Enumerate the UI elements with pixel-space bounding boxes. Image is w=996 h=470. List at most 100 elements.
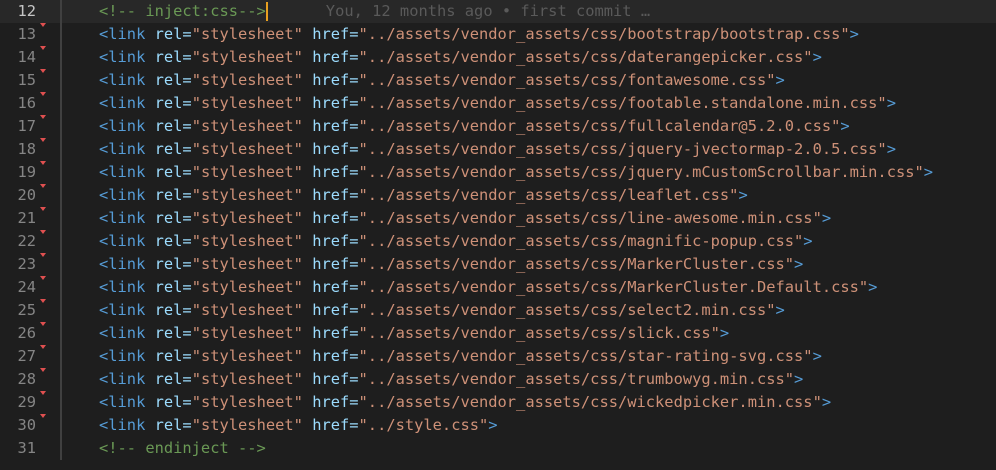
change-marker-icon <box>40 276 46 280</box>
tag-close: > <box>886 94 896 112</box>
tag-close: > <box>775 301 785 319</box>
line-gutter: 25 <box>0 299 60 322</box>
indent-guide <box>60 230 62 253</box>
code-line[interactable]: 26 <link rel="stylesheet" href="../assets… <box>0 322 996 345</box>
code-line[interactable]: 23 <link rel="stylesheet" href="../assets… <box>0 253 996 276</box>
code-line[interactable]: 22 <link rel="stylesheet" href="../assets… <box>0 230 996 253</box>
line-number: 25 <box>17 301 36 319</box>
attr-rel: rel= <box>154 163 192 181</box>
line-gutter: 23 <box>0 253 60 276</box>
attr-href-value: "../assets/vendor_assets/css/bootstrap/b… <box>358 25 850 43</box>
attr-rel-value: "stylesheet" <box>191 324 303 342</box>
indent-guide <box>60 207 62 230</box>
attr-href-value: "../assets/vendor_assets/css/footable.st… <box>358 94 887 112</box>
attr-href-value: "../assets/vendor_assets/css/jquery.mCus… <box>358 163 924 181</box>
attr-rel-value: "stylesheet" <box>191 347 303 365</box>
line-gutter: 16 <box>0 92 60 115</box>
code-line[interactable]: 14 <link rel="stylesheet" href="../assets… <box>0 46 996 69</box>
line-number: 28 <box>17 370 36 388</box>
line-number: 21 <box>17 209 36 227</box>
tag-close: > <box>868 278 878 296</box>
line-gutter: 28 <box>0 368 60 391</box>
tag-close: > <box>812 48 822 66</box>
attr-href: href= <box>312 232 359 250</box>
code-text: <link rel="stylesheet" href="../assets/v… <box>99 276 877 299</box>
tag-open: <link <box>99 94 146 112</box>
line-gutter: 12 <box>0 0 60 23</box>
code-line[interactable]: 30 <link rel="stylesheet" href="../style.… <box>0 414 996 437</box>
attr-rel: rel= <box>154 117 192 135</box>
code-line[interactable]: 12 <!-- inject:css--> You, 12 months ago •… <box>0 0 996 23</box>
change-marker-icon <box>40 207 46 211</box>
attr-rel-value: "stylesheet" <box>191 393 303 411</box>
code-line[interactable]: 17 <link rel="stylesheet" href="../assets… <box>0 115 996 138</box>
line-number: 17 <box>17 117 36 135</box>
line-gutter: 20 <box>0 184 60 207</box>
code-line[interactable]: 16 <link rel="stylesheet" href="../assets… <box>0 92 996 115</box>
attr-rel: rel= <box>154 94 192 112</box>
code-text: <link rel="stylesheet" href="../assets/v… <box>99 253 803 276</box>
code-text: <link rel="stylesheet" href="../assets/v… <box>99 23 859 46</box>
attr-href: href= <box>312 163 359 181</box>
tag-close: > <box>821 209 832 227</box>
code-text: <link rel="stylesheet" href="../assets/v… <box>99 115 850 138</box>
code-line[interactable]: 25 <link rel="stylesheet" href="../assets… <box>0 299 996 322</box>
code-line[interactable]: 15 <link rel="stylesheet" href="../assets… <box>0 69 996 92</box>
git-blame-annotation: You, 12 months ago • first commit … <box>325 2 651 20</box>
code-text: <link rel="stylesheet" href="../assets/v… <box>99 92 896 115</box>
attr-rel-value: "stylesheet" <box>191 278 303 296</box>
tag-close: > <box>840 117 850 135</box>
line-gutter: 29 <box>0 391 60 414</box>
indent-guide <box>60 92 62 115</box>
tag-open: <link <box>99 278 146 296</box>
tag-close: > <box>794 255 804 273</box>
line-gutter: 30 <box>0 414 60 437</box>
tag-open: <link <box>99 117 146 135</box>
tag-close: > <box>886 140 896 158</box>
code-line[interactable]: 13 <link rel="stylesheet" href="../assets… <box>0 23 996 46</box>
code-text: <link rel="stylesheet" href="../assets/v… <box>99 46 822 69</box>
code-text: <link rel="stylesheet" href="../assets/v… <box>99 322 729 345</box>
line-gutter: 19 <box>0 161 60 184</box>
code-text: <link rel="stylesheet" href="../assets/v… <box>99 138 896 161</box>
attr-rel-value: "stylesheet" <box>191 232 303 250</box>
code-line[interactable]: 20 <link rel="stylesheet" href="../assets… <box>0 184 996 207</box>
code-line[interactable]: 29 <link rel="stylesheet" href="../assets… <box>0 391 996 414</box>
attr-rel: rel= <box>154 324 192 342</box>
attr-rel: rel= <box>154 232 192 250</box>
code-editor[interactable]: 12 <!-- inject:css--> You, 12 months ago •… <box>0 0 996 470</box>
line-number: 16 <box>17 94 36 112</box>
indent-guide <box>60 253 62 276</box>
tag-close: > <box>775 71 785 89</box>
attr-rel-value: "stylesheet" <box>191 25 303 43</box>
line-number: 13 <box>17 25 36 43</box>
code-line[interactable]: 19 <link rel="stylesheet" href="../assets… <box>0 161 996 184</box>
attr-rel: rel= <box>154 416 192 434</box>
line-number: 23 <box>17 255 36 273</box>
code-line[interactable]: 24 <link rel="stylesheet" href="../assets… <box>0 276 996 299</box>
html-comment: <!-- endinject --> <box>99 439 266 457</box>
code-line[interactable]: 18 <link rel="stylesheet" href="../assets… <box>0 138 996 161</box>
code-line[interactable]: 21 <link rel="stylesheet" href="../assets… <box>0 207 996 230</box>
code-text: <link rel="stylesheet" href="../style.cs… <box>99 414 498 437</box>
change-marker-icon <box>40 161 46 165</box>
tag-close: > <box>923 163 934 181</box>
code-line[interactable]: 28 <link rel="stylesheet" href="../assets… <box>0 368 996 391</box>
code-line[interactable]: 31 <!-- endinject --> <box>0 437 996 460</box>
attr-href: href= <box>312 140 359 158</box>
indent-guide <box>60 0 62 23</box>
attr-rel-value: "stylesheet" <box>191 186 303 204</box>
attr-rel-value: "stylesheet" <box>191 117 303 135</box>
line-gutter: 31 <box>0 437 60 460</box>
code-text: <link rel="stylesheet" href="../assets/v… <box>99 345 822 368</box>
indent-guide <box>60 161 62 184</box>
attr-href-value: "../assets/vendor_assets/css/slick.css" <box>358 324 720 342</box>
indent-guide <box>60 391 62 414</box>
attr-href-value: "../assets/vendor_assets/css/star-rating… <box>358 347 813 365</box>
attr-href: href= <box>312 416 359 434</box>
line-number: 15 <box>17 71 36 89</box>
line-number: 27 <box>17 347 36 365</box>
line-number: 31 <box>17 439 36 457</box>
code-line[interactable]: 27 <link rel="stylesheet" href="../assets… <box>0 345 996 368</box>
tag-close: > <box>812 347 822 365</box>
